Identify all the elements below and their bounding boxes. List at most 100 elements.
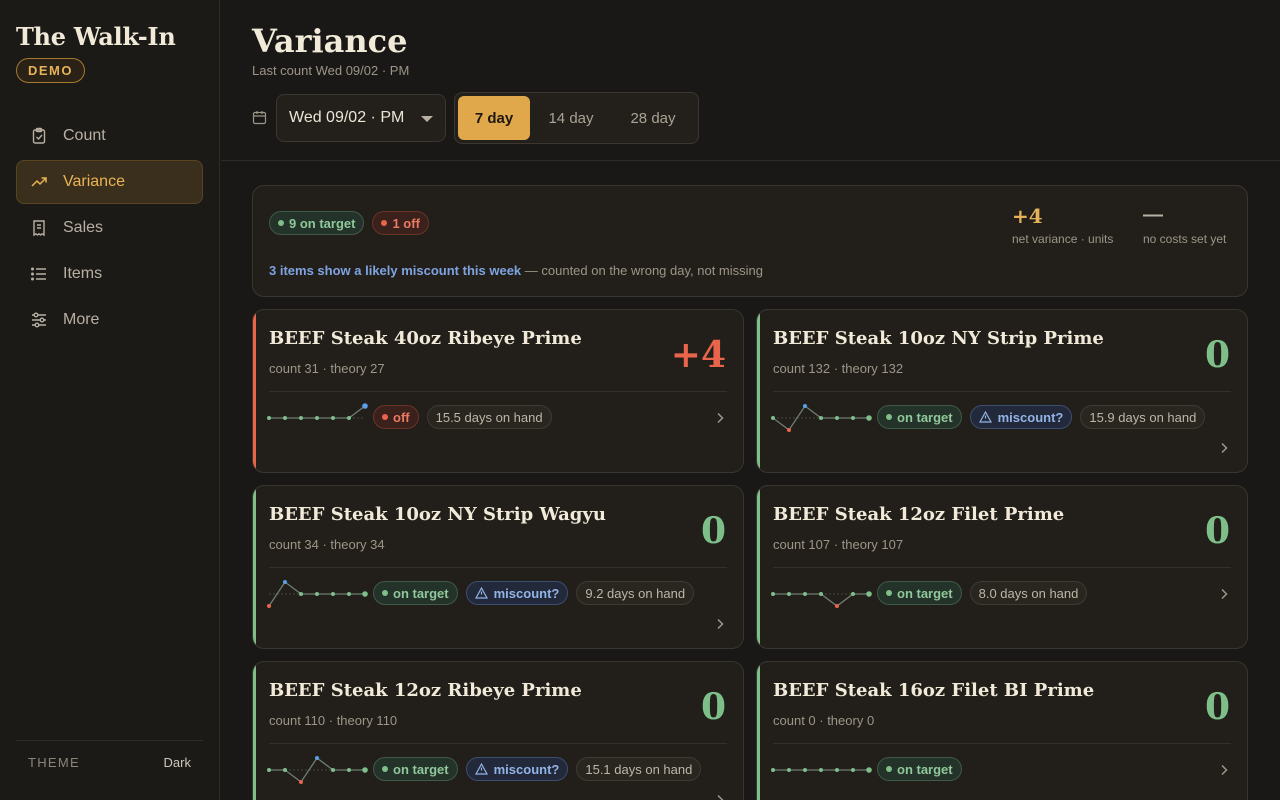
chevron-right-icon[interactable] — [713, 411, 727, 425]
status-accent-bar — [253, 486, 256, 648]
page-subtitle: Last count Wed 09/02 · PM — [252, 63, 410, 78]
item-variance-value: 0 — [700, 510, 726, 552]
days-on-hand-badge: 15.5 days on hand — [426, 405, 552, 429]
list-icon — [29, 264, 49, 284]
card-divider — [269, 743, 727, 744]
item-counts: count 110 · theory 110 — [269, 713, 398, 728]
chevron-right-icon[interactable] — [1217, 441, 1231, 455]
sparkline-point — [803, 404, 807, 408]
item-variance-card[interactable]: BEEF Steak 12oz Ribeye Prime count 110 · … — [252, 661, 744, 800]
warning-icon — [978, 411, 992, 423]
calendar-icon — [252, 110, 267, 125]
sidebar-item-items[interactable]: Items — [16, 252, 203, 296]
range-7-day-button[interactable]: 7 day — [458, 96, 530, 140]
clipboard-check-icon — [29, 126, 49, 146]
sparkline-point — [787, 768, 791, 772]
sparkline-point — [851, 768, 855, 772]
chevron-right-icon[interactable] — [1217, 587, 1231, 601]
sparkline-point — [315, 756, 319, 760]
item-name: BEEF Steak 10oz NY Strip Wagyu — [269, 504, 606, 525]
net-variance-stat: +4 net variance · units — [1012, 204, 1113, 246]
card-divider — [269, 391, 727, 392]
item-counts: count 132 · theory 132 — [773, 361, 904, 376]
status-badge: on target — [877, 581, 962, 605]
net-variance-label: net variance · units — [1012, 232, 1114, 246]
card-divider — [773, 391, 1231, 392]
sparkline-point — [787, 428, 791, 432]
sidebar-item-label: More — [63, 311, 100, 328]
sparkline-point — [267, 768, 271, 772]
sidebar-item-more[interactable]: More — [16, 298, 203, 342]
chevron-right-icon[interactable] — [1217, 763, 1231, 777]
date-select[interactable]: Wed 09/02 · PM — [276, 94, 446, 142]
range-14-day-button[interactable]: 14 day — [530, 96, 612, 140]
variance-sparkline — [771, 591, 872, 608]
sparkline-point — [362, 591, 368, 597]
theme-setting: THEME Dark — [16, 740, 203, 770]
item-variance-card[interactable]: BEEF Steak 12oz Filet Prime count 107 · t… — [756, 485, 1248, 649]
card-divider — [773, 743, 1231, 744]
days-on-hand-badge: 15.1 days on hand — [576, 757, 702, 781]
item-name: BEEF Steak 10oz NY Strip Prime — [773, 328, 1104, 349]
sparkline-point — [787, 592, 791, 596]
theme-toggle[interactable]: Dark — [164, 755, 191, 770]
on-target-count-badge: 9 on target — [269, 211, 365, 235]
item-name: BEEF Steak 40oz Ribeye Prime — [269, 328, 582, 349]
range-28-day-button[interactable]: 28 day — [612, 96, 694, 140]
sparkline-point — [771, 592, 775, 596]
card-divider — [269, 567, 727, 568]
receipt-icon — [29, 218, 49, 238]
sparkline-point — [347, 768, 351, 772]
sparkline-point — [771, 416, 775, 420]
variance-summary: 9 on target 1 off 3 items show a likely … — [252, 185, 1248, 297]
sparkline-point — [267, 604, 271, 608]
item-counts: count 31 · theory 27 — [269, 361, 385, 376]
chevron-right-icon[interactable] — [713, 793, 727, 800]
warning-icon — [474, 763, 488, 775]
sparkline-point — [331, 592, 335, 596]
days-on-hand-badge: 8.0 days on hand — [969, 581, 1088, 605]
sparkline-point — [835, 604, 839, 608]
theme-label: THEME — [28, 755, 80, 770]
variance-sparkline — [267, 580, 368, 608]
warning-icon — [474, 587, 488, 599]
sidebar-nav: Count Variance Sales Items More — [16, 114, 203, 344]
sparkline-point — [362, 403, 368, 409]
status-badge: on target — [877, 405, 962, 429]
item-variance-card[interactable]: BEEF Steak 10oz NY Strip Prime count 132 … — [756, 309, 1248, 473]
sparkline-point — [283, 416, 287, 420]
days-on-hand-badge: 9.2 days on hand — [576, 581, 695, 605]
sidebar-item-count[interactable]: Count — [16, 114, 203, 158]
item-counts: count 34 · theory 34 — [269, 537, 385, 552]
demo-badge: DEMO — [16, 58, 85, 83]
item-tags: on target 8.0 days on hand — [877, 581, 1088, 605]
item-variance-value: +4 — [670, 334, 726, 376]
item-variance-card[interactable]: BEEF Steak 40oz Ribeye Prime count 31 · t… — [252, 309, 744, 473]
item-tags: on target miscount? 15.1 days on hand — [373, 757, 702, 781]
date-select-value: Wed 09/02 · PM — [289, 109, 405, 126]
sidebar-item-label: Items — [63, 265, 103, 282]
status-accent-bar — [253, 310, 256, 472]
status-accent-bar — [757, 662, 760, 800]
chevron-right-icon[interactable] — [713, 617, 727, 631]
sidebar-item-variance[interactable]: Variance — [16, 160, 203, 204]
sidebar-item-sales[interactable]: Sales — [16, 206, 203, 250]
sparkline-point — [299, 416, 303, 420]
status-badge: off — [373, 405, 419, 429]
status-accent-bar — [757, 310, 760, 472]
sparkline-point — [362, 767, 368, 773]
miscount-note-link[interactable]: 3 items show a likely miscount this week — [269, 263, 521, 278]
sidebar-item-label: Count — [63, 127, 106, 144]
item-variance-card[interactable]: BEEF Steak 10oz NY Strip Wagyu count 34 ·… — [252, 485, 744, 649]
sparkline-point — [771, 768, 775, 772]
variance-sparkline — [771, 404, 872, 432]
net-variance-value: +4 — [1012, 204, 1043, 228]
sparkline-point — [315, 416, 319, 420]
status-accent-bar — [757, 486, 760, 648]
sparkline-point — [299, 592, 303, 596]
sparkline-point — [315, 592, 319, 596]
item-variance-card[interactable]: BEEF Steak 16oz Filet BI Prime count 0 · … — [756, 661, 1248, 800]
sidebar: The Walk-In DEMO Count Variance Sales It… — [0, 0, 220, 800]
status-badge: on target — [877, 757, 962, 781]
item-variance-value: 0 — [1204, 686, 1230, 728]
